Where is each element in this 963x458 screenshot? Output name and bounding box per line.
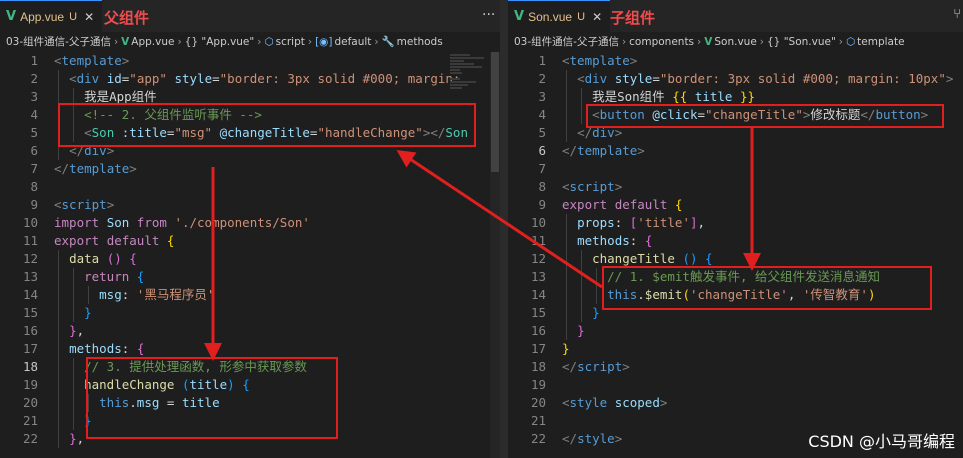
scroll-thumb[interactable] xyxy=(491,52,499,172)
tab-label: Son.vue xyxy=(528,9,573,24)
code-line: 17 methods: { xyxy=(22,340,145,358)
code-line: 8 <script> xyxy=(538,179,623,194)
code-line: 14 this.$emit('changeTitle', '传智教育') xyxy=(530,286,876,304)
code-line: 20 <style scoped> xyxy=(530,395,668,410)
breadcrumb: 03-组件通信-父子通信 › components › V Son.vue ›{} "Son… xyxy=(514,36,905,48)
vue-file-icon: V xyxy=(6,9,17,24)
more-actions-icon[interactable]: ··· xyxy=(482,7,495,23)
code-line: 13 return { xyxy=(22,268,145,286)
annotation-child: 子组件 xyxy=(610,9,656,27)
brackets-icon: [◉] xyxy=(315,36,333,48)
code-line: 18 // 3. 提供处理函数, 形参中获取参数 xyxy=(22,358,307,376)
code-line: 12 data () { xyxy=(22,250,137,268)
code-editor[interactable]: 1 <template> 2 <div style="border: 3px so… xyxy=(508,52,963,448)
code-line: 14 msg: '黑马程序员' xyxy=(22,286,215,304)
annotation-parent: 父组件 xyxy=(104,9,150,27)
breadcrumb-object[interactable]: {} "Son.vue" xyxy=(767,36,836,48)
breadcrumb-object[interactable]: {} "App.vue" xyxy=(185,36,255,48)
code-line: 19 xyxy=(530,377,546,392)
minimap[interactable] xyxy=(450,54,486,124)
code-line: 16 } xyxy=(530,322,585,340)
tab-status: U xyxy=(69,10,78,23)
code-line: 17} xyxy=(530,341,570,356)
breadcrumb-default[interactable]: default xyxy=(334,36,371,48)
breadcrumb-file[interactable]: App.vue xyxy=(131,36,174,48)
vue-file-icon: V xyxy=(514,9,525,24)
code-line: 6 </template> xyxy=(538,143,645,158)
split-divider[interactable] xyxy=(500,0,508,458)
code-line: 8 xyxy=(30,179,38,194)
cube-icon: ⬡ xyxy=(264,36,274,48)
breadcrumb: 03-组件通信-父子通信 › V App.vue ›{} "App.vue" › ⬡ scri… xyxy=(6,36,443,48)
code-line: 13 // 1. $emit触发事件, 给父组件发送消息通知 xyxy=(530,268,880,286)
code-line: 18 </script> xyxy=(530,359,630,374)
code-line: 7 </template> xyxy=(30,161,137,176)
code-line: 4 <button @click="changeTitle">修改标题</but… xyxy=(538,106,929,124)
code-line: 9 <script> xyxy=(30,197,115,212)
code-line: 2 <div style="border: 3px solid #000; ma… xyxy=(538,70,954,88)
code-line: 19 handleChange (title) { xyxy=(22,376,250,394)
code-line: 9 export default { xyxy=(538,197,683,212)
close-icon[interactable]: ✕ xyxy=(592,10,602,24)
code-line: 4 <!-- 2. 父组件监听事件 --> xyxy=(30,106,262,124)
code-line: 22 }, xyxy=(22,430,85,448)
code-line: 2 <div id="app" style="border: 3px solid… xyxy=(30,70,461,88)
code-line: 16 }, xyxy=(22,322,85,340)
code-line: 7 xyxy=(538,161,546,176)
editor-pane-son: V Son.vue U ✕ 子组件 ⑂ 03-组件通信-父子通信 › compone… xyxy=(508,0,963,458)
cube-icon: ⬡ xyxy=(845,36,856,48)
code-line: 1 <template> xyxy=(538,53,638,68)
code-line: 20 this.msg = title xyxy=(22,394,220,412)
branch-icon[interactable]: ⑂ xyxy=(953,7,961,22)
code-line: 11 methods: { xyxy=(530,232,653,250)
watermark: CSDN @小马哥编程 xyxy=(808,432,955,451)
code-line: 5 </div> xyxy=(538,124,623,142)
code-line: 15 } xyxy=(22,304,92,322)
code-editor[interactable]: 1 <template> 2 <div id="app" style="borde… xyxy=(0,52,500,448)
code-line: 21 } xyxy=(22,412,92,430)
breadcrumb-script[interactable]: script xyxy=(276,36,305,48)
breadcrumb-folder[interactable]: 03-组件通信-父子通信 xyxy=(6,36,111,48)
tab-app-vue[interactable]: V App.vue U ✕ xyxy=(0,0,103,32)
wrench-icon: 🔧 xyxy=(381,36,395,48)
breadcrumb-template[interactable]: template xyxy=(857,36,904,48)
scrollbar[interactable] xyxy=(490,52,500,458)
code-line: 3 我是Son组件 {{ title }} xyxy=(538,88,756,106)
breadcrumb-file[interactable]: Son.vue xyxy=(714,36,756,48)
code-line: 12 changeTitle () { xyxy=(530,250,713,268)
vue-file-icon: V xyxy=(121,36,130,48)
tab-son-vue[interactable]: V Son.vue U ✕ xyxy=(508,0,611,32)
tab-bar: V App.vue U ✕ 父组件 ··· xyxy=(0,0,500,32)
code-line: 11 export default { xyxy=(22,233,175,248)
tab-bar: V Son.vue U ✕ 子组件 ⑂ xyxy=(508,0,963,32)
code-line: 5 <Son :title="msg" @changeTitle="handle… xyxy=(30,124,468,142)
code-line: 10 props: ['title'], xyxy=(530,214,706,232)
code-line: 10 import Son from './components/Son' xyxy=(22,215,310,230)
tab-status: U xyxy=(577,10,586,23)
breadcrumb-methods[interactable]: methods xyxy=(397,36,443,48)
code-line: 6 </div> xyxy=(30,142,115,160)
tab-label: App.vue xyxy=(20,9,65,24)
code-line: 3 我是App组件 xyxy=(30,88,157,106)
code-line: 1 <template> xyxy=(30,53,130,68)
breadcrumb-components[interactable]: components xyxy=(629,36,694,48)
editor-pane-app: V App.vue U ✕ 父组件 ··· 03-组件通信-父子通信 › V App.… xyxy=(0,0,500,458)
code-line: 15 } xyxy=(530,304,600,322)
close-icon[interactable]: ✕ xyxy=(84,10,94,24)
vue-file-icon: V xyxy=(704,36,713,48)
breadcrumb-folder[interactable]: 03-组件通信-父子通信 xyxy=(514,36,619,48)
